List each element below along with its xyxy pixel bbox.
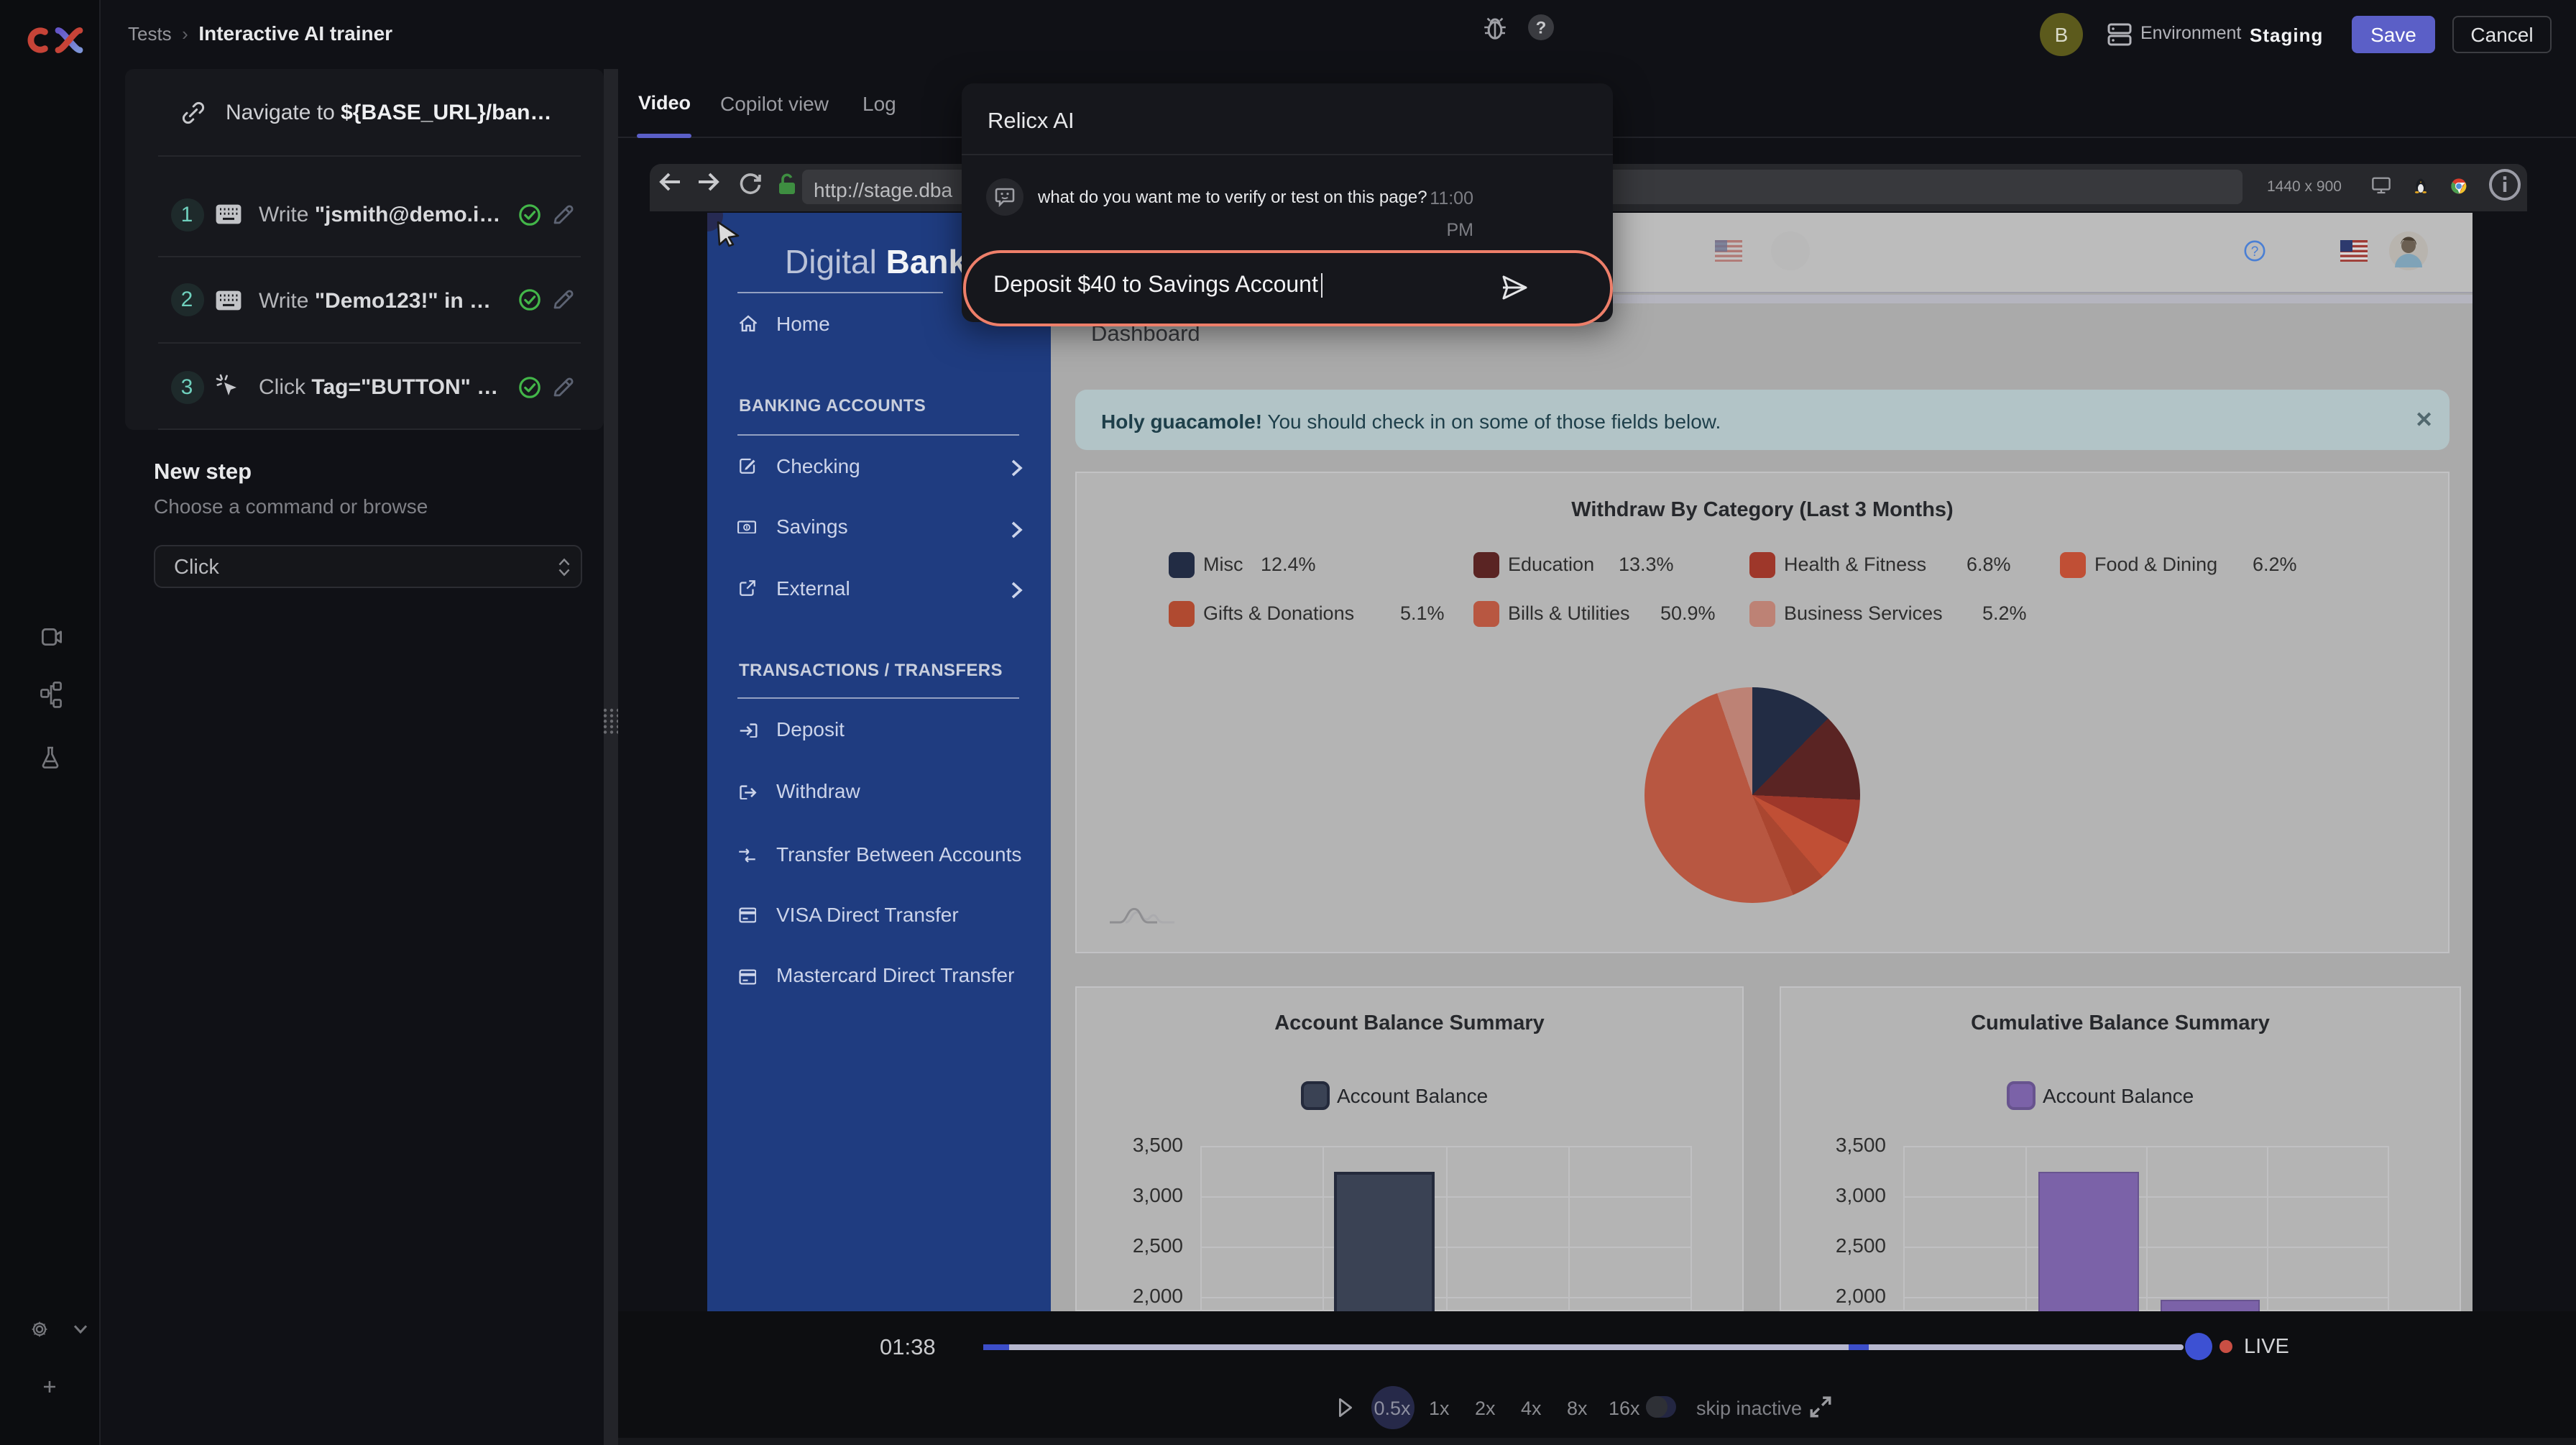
svg-text:?: ? bbox=[2251, 244, 2259, 260]
svg-text:?: ? bbox=[1536, 18, 1547, 37]
